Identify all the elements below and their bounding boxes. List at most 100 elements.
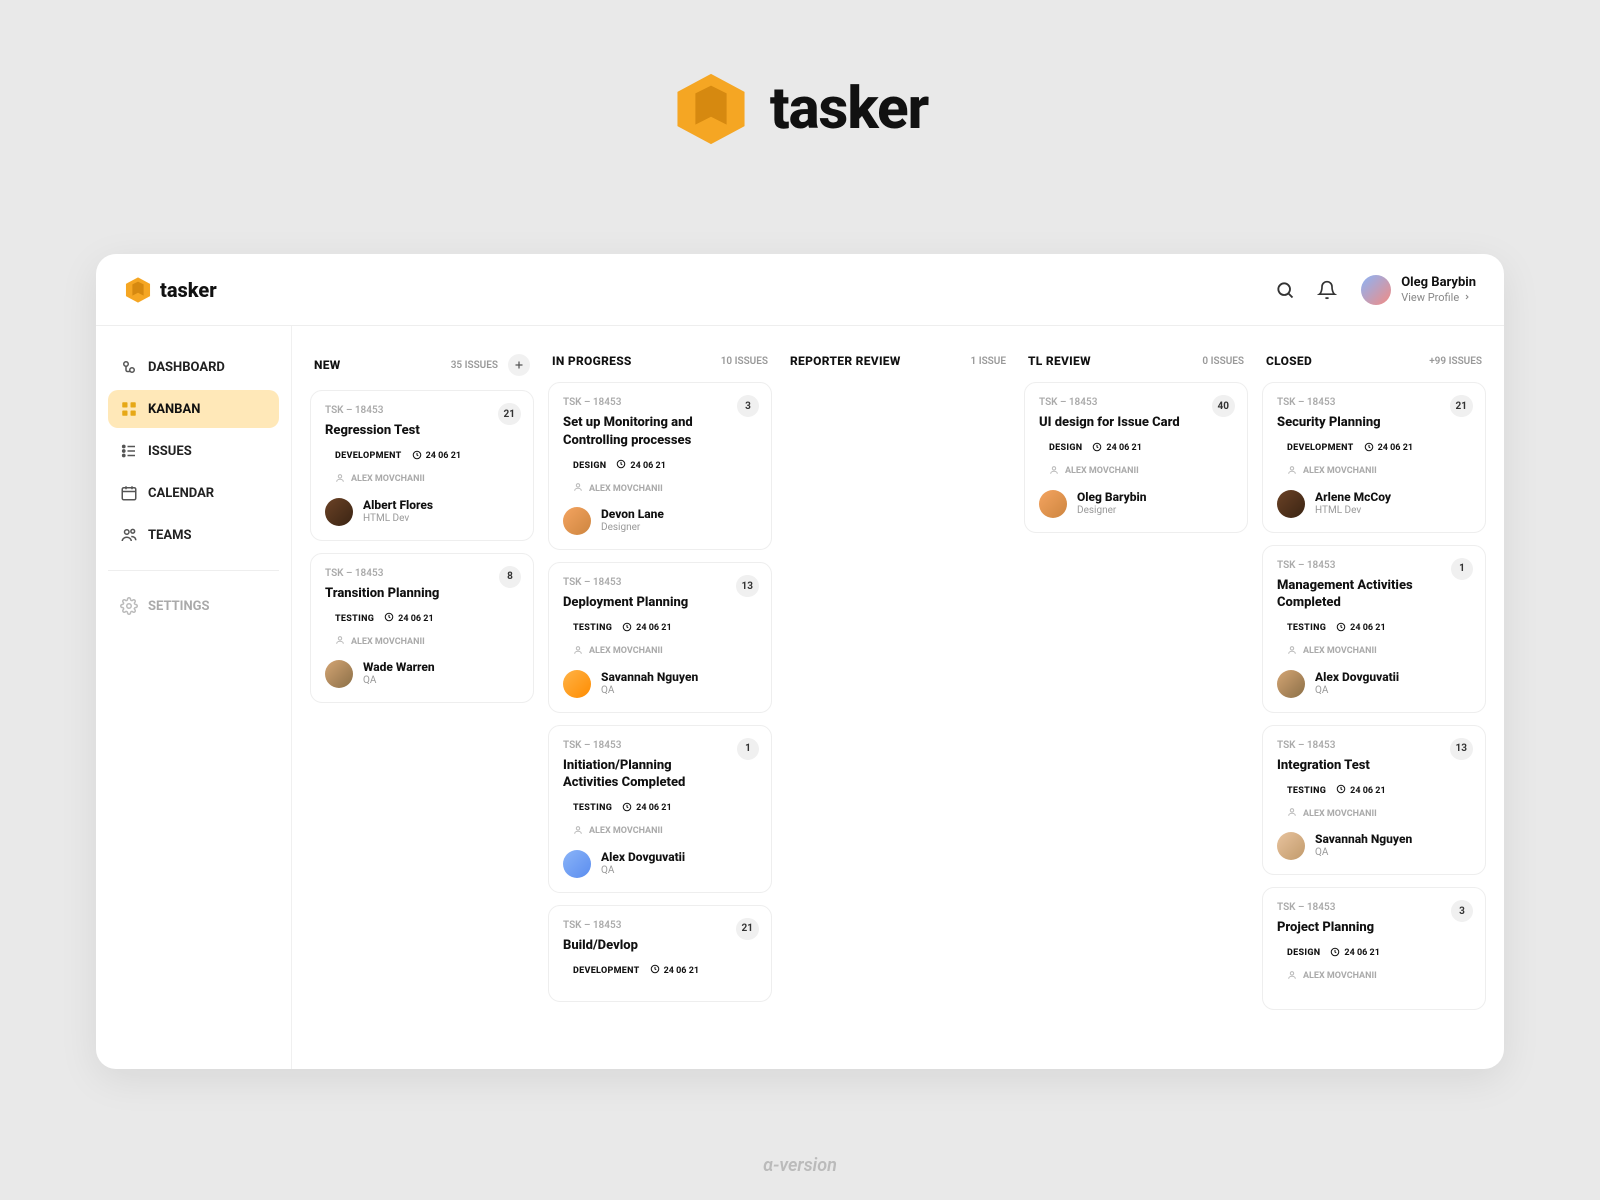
assignee-name: Arlene McCoy (1315, 490, 1391, 505)
column-count: 35 ISSUES (451, 360, 498, 371)
sidebar-item-label: CALENDAR (148, 486, 214, 501)
card-reporter: ALEX MOVCHANII (1287, 970, 1471, 983)
assignee-role: Designer (1077, 505, 1146, 518)
avatar (1361, 275, 1391, 305)
issue-card[interactable]: 21TSK – 18453Regression TestDEVELOPMENT2… (310, 390, 534, 541)
sidebar-item-calendar[interactable]: CALENDAR (108, 474, 279, 512)
card-assignee: Savannah NguyenQA (1277, 832, 1471, 860)
sidebar-item-kanban[interactable]: KANBAN (108, 390, 279, 428)
search-icon[interactable] (1273, 278, 1297, 302)
issue-card[interactable]: 1TSK – 18453Initiation/Planning Activiti… (548, 725, 772, 893)
column-header: NEW 35 ISSUES (310, 348, 534, 390)
card-id: TSK – 18453 (1277, 397, 1471, 408)
card-badge: 21 (498, 403, 521, 425)
user-icon (1287, 645, 1297, 658)
card-badge: 40 (1212, 395, 1235, 417)
issue-card[interactable]: 40TSK – 18453UI design for Issue CardDES… (1024, 382, 1248, 533)
card-id: TSK – 18453 (1277, 902, 1471, 913)
card-date: 24 06 21 (412, 450, 461, 463)
assignee-name: Albert Flores (363, 498, 433, 513)
card-badge: 21 (1450, 395, 1473, 417)
avatar (325, 498, 353, 526)
card-tag: DEVELOPMENT (573, 966, 640, 976)
user-icon (573, 482, 583, 495)
user-icon (1049, 465, 1059, 478)
column-title: TL REVIEW (1028, 354, 1091, 368)
card-reporter: ALEX MOVCHANII (335, 473, 519, 486)
clock-icon (622, 622, 632, 635)
issue-card[interactable]: 21TSK – 18453Build/DevlopDEVELOPMENT24 0… (548, 905, 772, 1003)
column-tl-review: TL REVIEW 0 ISSUES 40TSK – 18453UI design … (1024, 348, 1248, 1047)
card-date: 24 06 21 (1092, 442, 1141, 455)
user-icon (573, 645, 583, 658)
view-profile-link[interactable]: View Profile (1401, 291, 1476, 304)
column-title: NEW (314, 358, 341, 372)
sidebar-item-label: DASHBOARD (148, 360, 225, 375)
teams-icon (120, 526, 138, 544)
card-title: Transition Planning (325, 585, 519, 603)
card-assignee: Arlene McCoyHTML Dev (1277, 490, 1471, 518)
sidebar-item-teams[interactable]: TEAMS (108, 516, 279, 554)
issue-card[interactable]: 1TSK – 18453Management Activities Comple… (1262, 545, 1486, 713)
topbar: tasker Oleg Barybin View Profile (96, 254, 1504, 326)
card-reporter: ALEX MOVCHANII (1287, 645, 1471, 658)
card-id: TSK – 18453 (325, 568, 519, 579)
column-reporter-review: REPORTER REVIEW1 ISSUE (786, 348, 1010, 1047)
card-title: Integration Test (1277, 757, 1471, 775)
sidebar-item-issues[interactable]: ISSUES (108, 432, 279, 470)
sidebar-item-label: ISSUES (148, 444, 192, 459)
card-date: 24 06 21 (616, 459, 665, 472)
assignee-role: HTML Dev (363, 513, 433, 526)
app-window: tasker Oleg Barybin View Profile (96, 254, 1504, 1069)
card-reporter: ALEX MOVCHANII (573, 645, 757, 658)
user-icon (1287, 465, 1297, 478)
column-count: 0 ISSUES (1202, 356, 1244, 367)
issue-card[interactable]: 13TSK – 18453Integration TestTESTING24 0… (1262, 725, 1486, 876)
assignee-role: QA (363, 675, 435, 688)
sidebar-item-settings[interactable]: SETTINGS (108, 587, 279, 625)
issue-card[interactable]: 8TSK – 18453Transition PlanningTESTING24… (310, 553, 534, 704)
card-title: Project Planning (1277, 919, 1471, 937)
clock-icon (1092, 442, 1102, 455)
card-tag: DESIGN (1049, 443, 1082, 453)
card-badge: 21 (736, 918, 759, 940)
bell-icon[interactable] (1315, 278, 1339, 302)
user-menu[interactable]: Oleg Barybin View Profile (1361, 275, 1476, 305)
issue-card[interactable]: 3TSK – 18453Project PlanningDESIGN24 06 … (1262, 887, 1486, 1010)
column-header: REPORTER REVIEW1 ISSUE (786, 348, 1010, 382)
assignee-name: Wade Warren (363, 660, 435, 675)
card-title: Deployment Planning (563, 594, 757, 612)
column-title: CLOSED (1266, 354, 1312, 368)
card-tag: TESTING (573, 803, 612, 813)
card-id: TSK – 18453 (563, 740, 757, 751)
add-card-button[interactable] (508, 354, 530, 376)
clock-icon (650, 964, 660, 977)
clock-icon (1330, 947, 1340, 960)
app-logo[interactable]: tasker (124, 276, 217, 304)
card-title: Security Planning (1277, 414, 1471, 432)
card-id: TSK – 18453 (563, 920, 757, 931)
card-date: 24 06 21 (622, 622, 671, 635)
issue-card[interactable]: 3TSK – 18453Set up Monitoring and Contro… (548, 382, 772, 550)
user-name: Oleg Barybin (1401, 275, 1476, 291)
card-date: 24 06 21 (1336, 622, 1385, 635)
card-tag: DEVELOPMENT (1287, 443, 1354, 453)
clock-icon (622, 802, 632, 815)
issue-card[interactable]: 21TSK – 18453 Security Planning DEVELOPMEN… (1262, 382, 1486, 533)
card-id: TSK – 18453 (1277, 560, 1471, 571)
issue-card[interactable]: 13TSK – 18453Deployment PlanningTESTING2… (548, 562, 772, 713)
assignee-role: HTML Dev (1315, 505, 1391, 518)
settings-icon (120, 597, 138, 615)
card-reporter: ALEX MOVCHANII (1049, 465, 1233, 478)
sidebar-item-dashboard[interactable]: DASHBOARD (108, 348, 279, 386)
card-title: Regression Test (325, 422, 519, 440)
hero-title: tasker (770, 75, 928, 143)
assignee-role: QA (601, 865, 685, 878)
column-new: NEW 35 ISSUES 21 TSK – 18453 Regression Test… (310, 348, 534, 1047)
card-tag: DEVELOPMENT (335, 451, 402, 461)
card-reporter: ALEX MOVCHANII (573, 825, 757, 838)
column-count: 10 ISSUES (721, 356, 768, 367)
column-header: CLOSED+99 ISSUES (1262, 348, 1486, 382)
assignee-role: QA (1315, 685, 1399, 698)
clock-icon (1336, 784, 1346, 797)
